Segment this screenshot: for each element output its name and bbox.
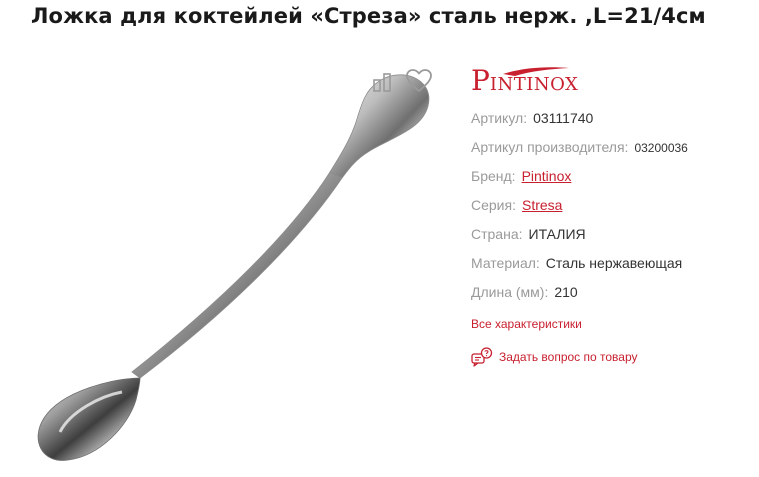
ask-question-link[interactable]: Задать вопрос по товару: [471, 347, 638, 367]
spec-label: Серия:: [471, 197, 516, 213]
spec-row-series: Серия: Stresa: [471, 195, 688, 224]
spec-label: Бренд:: [471, 168, 516, 184]
spec-value: 03200036: [634, 141, 688, 155]
spec-label: Страна:: [471, 226, 523, 242]
spec-row-sku: Артикул: 03111740: [471, 108, 688, 137]
spec-label: Длина (мм):: [471, 284, 549, 300]
spec-row-country: Страна: ИТАЛИЯ: [471, 224, 688, 253]
specs-list: Артикул: 03111740 Артикул производителя:…: [471, 108, 688, 311]
spec-row-manufacturer-sku: Артикул производителя: 03200036: [471, 137, 688, 166]
spec-row-length: Длина (мм): 210: [471, 282, 688, 311]
all-specs-link[interactable]: Все характеристики: [471, 317, 582, 331]
spec-label: Артикул:: [471, 110, 528, 126]
spec-value: ИТАЛИЯ: [528, 226, 586, 242]
spec-row-brand: Бренд: Pintinox: [471, 166, 688, 195]
spec-value: Сталь нержавеющая: [545, 255, 683, 271]
spec-label: Материал:: [471, 255, 540, 271]
product-title: Ложка для коктейлей «Стреза» сталь нерж.…: [31, 4, 706, 28]
spec-row-material: Материал: Сталь нержавеющая: [471, 253, 688, 282]
heart-icon[interactable]: [405, 68, 433, 94]
series-link[interactable]: Stresa: [522, 195, 562, 215]
brand-logo[interactable]: PINTINOX: [471, 64, 578, 97]
chat-question-icon: [471, 347, 493, 367]
brand-logo-swoosh: [503, 67, 569, 76]
spec-value: 210: [554, 284, 578, 300]
brand-link[interactable]: Pintinox: [522, 166, 572, 186]
brand-logo-initial: P: [471, 64, 490, 97]
spec-value: 03111740: [533, 110, 594, 126]
product-image: [37, 74, 430, 461]
compare-icon[interactable]: [371, 70, 395, 94]
spec-label: Артикул производителя:: [471, 139, 629, 155]
ask-question-label: Задать вопрос по товару: [499, 350, 638, 364]
